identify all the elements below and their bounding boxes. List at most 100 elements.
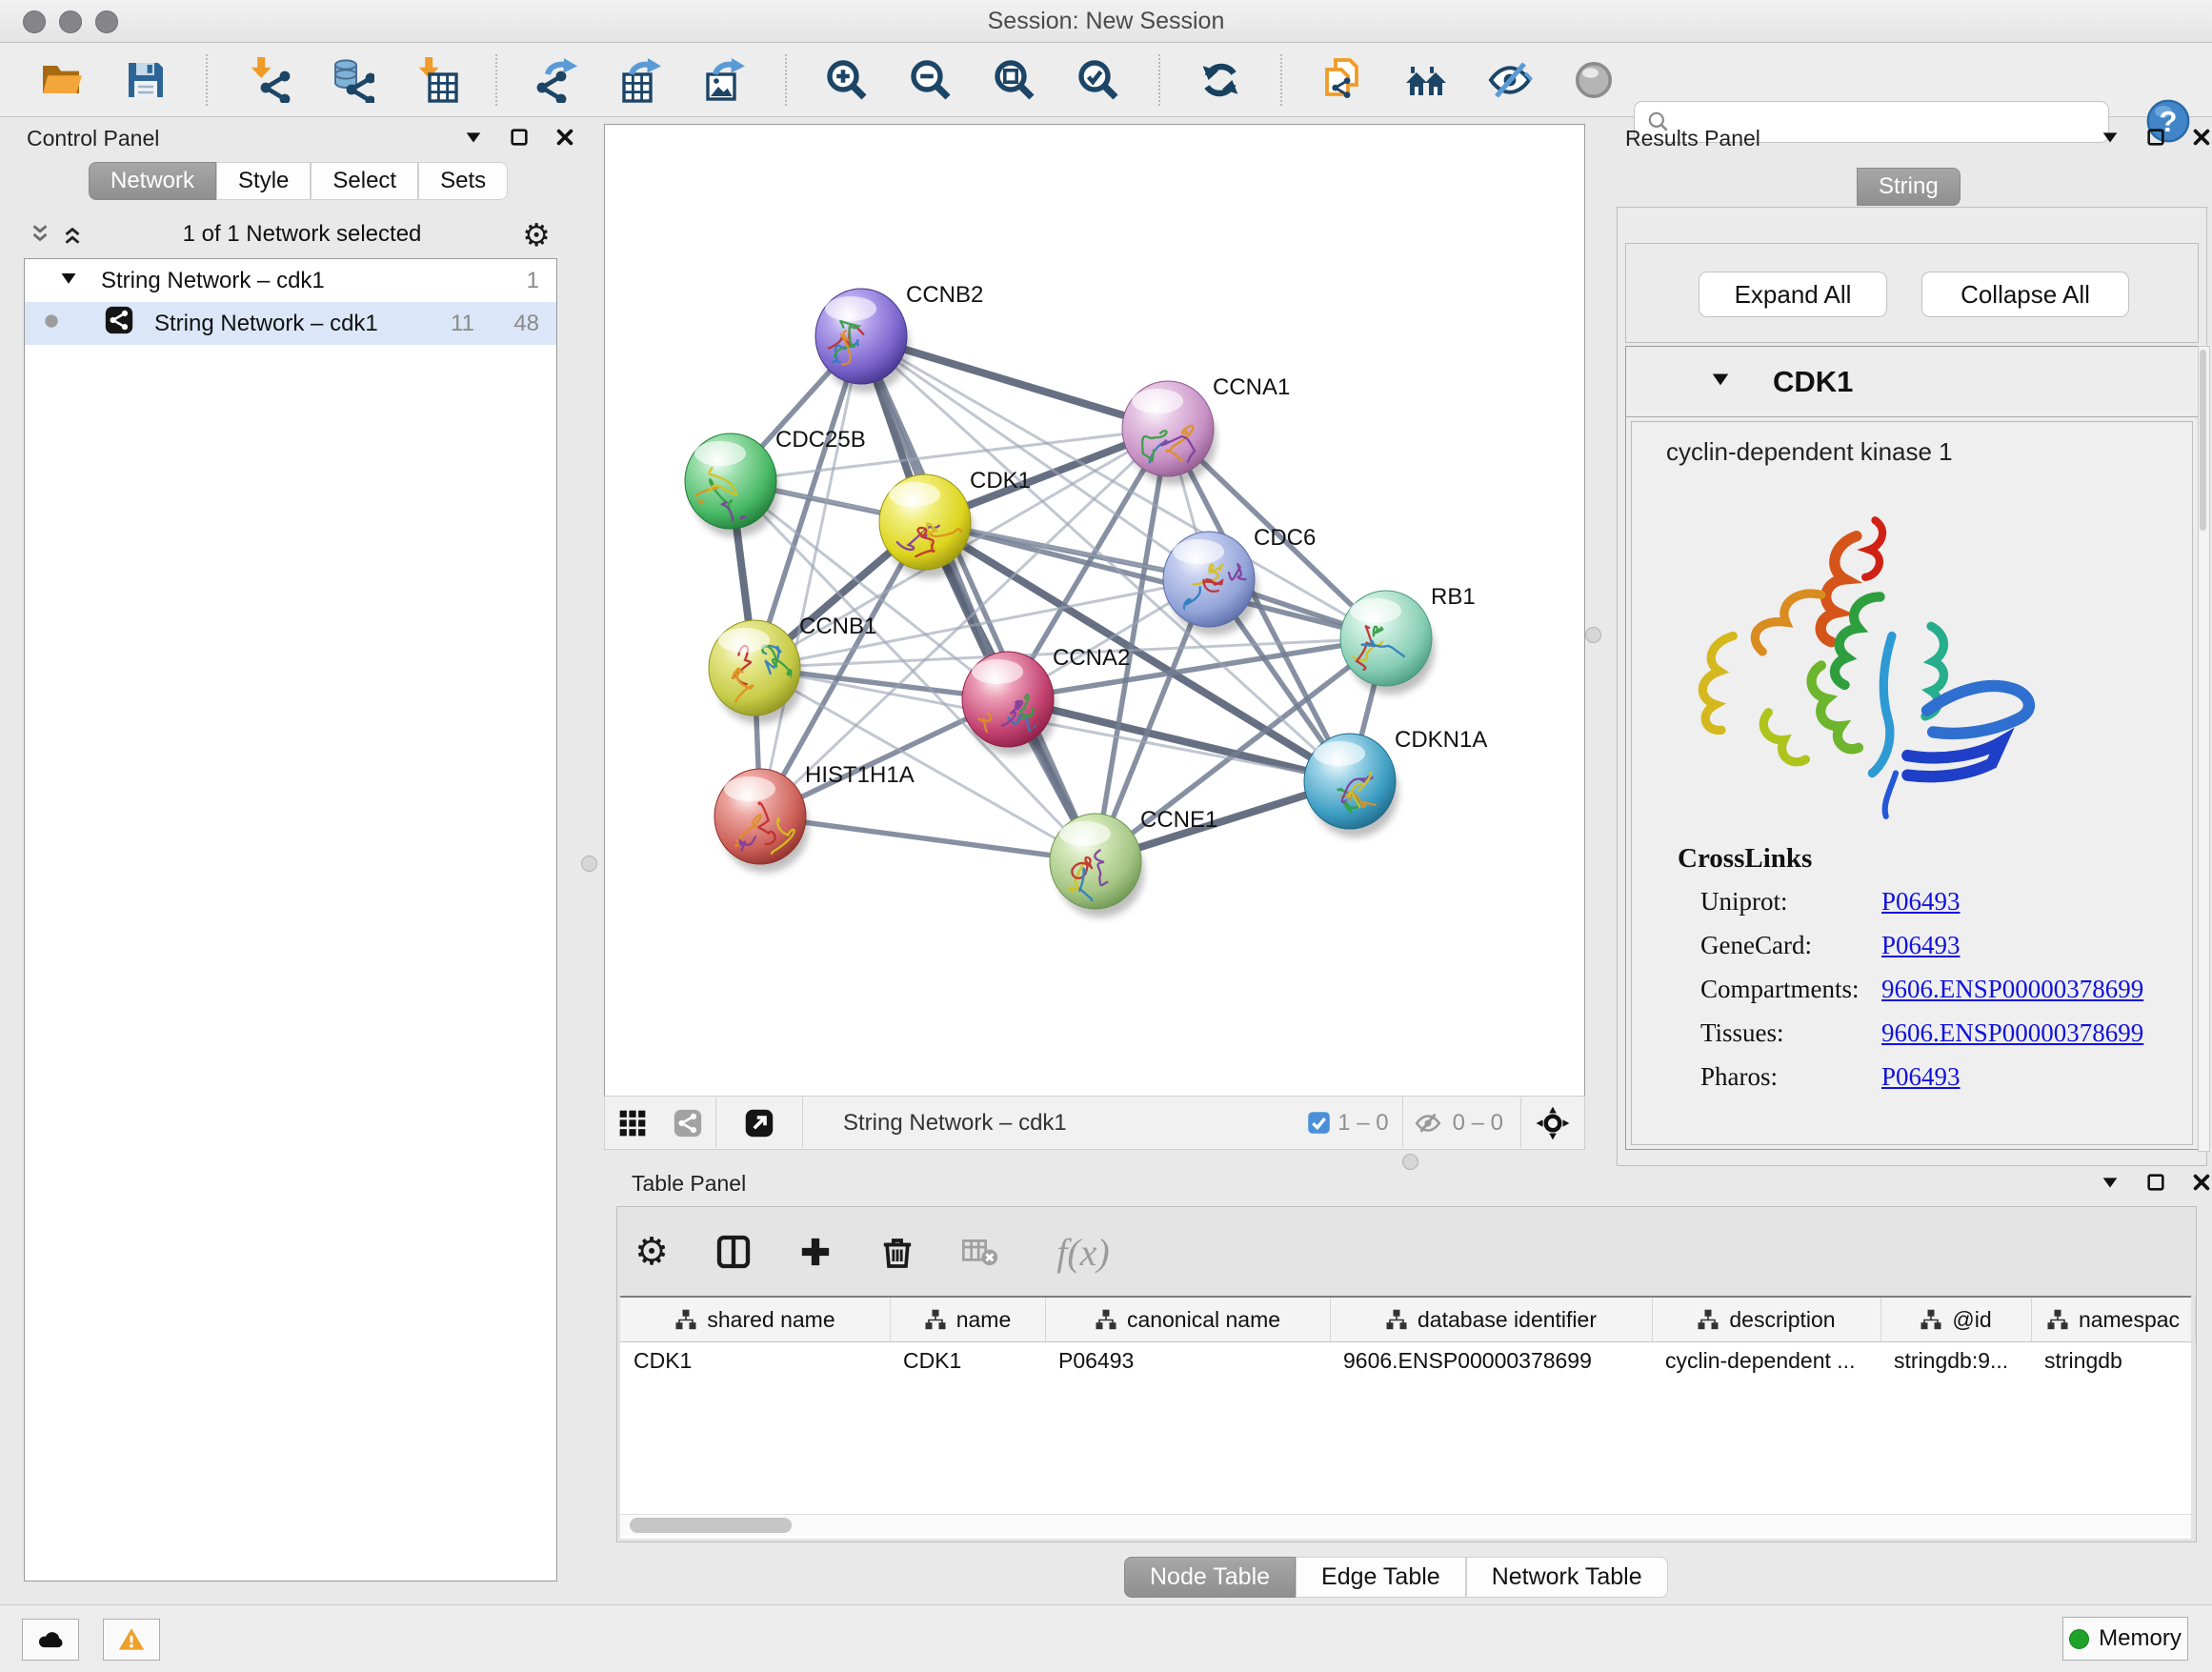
- network-view-canvas[interactable]: CCNB2CCNA1CDC25BCDK1CDC6RB1CCNB1CCNA2CDK…: [604, 124, 1585, 1097]
- cloud-status-button[interactable]: [22, 1619, 79, 1661]
- node-CDKN1A[interactable]: CDKN1A: [1304, 727, 1487, 837]
- menu-arrow-icon[interactable]: [463, 127, 484, 152]
- menu-arrow-icon[interactable]: [2100, 127, 2121, 152]
- section-collapse-icon[interactable]: [1626, 369, 1731, 394]
- show-columns-icon[interactable]: [713, 1231, 754, 1273]
- node-label-CCNA2: CCNA2: [1053, 645, 1130, 671]
- crosslink-link[interactable]: 9606.ENSP00000378699: [1881, 1018, 2143, 1048]
- import-network-from-file-button[interactable]: [244, 56, 292, 104]
- tab-edge-table[interactable]: Edge Table: [1296, 1557, 1466, 1598]
- edge-CCNE1-HIST1H1A[interactable]: [760, 816, 1096, 861]
- tree-collapse-icon[interactable]: [25, 268, 78, 294]
- table-options-gear-icon[interactable]: ⚙: [631, 1231, 673, 1273]
- network-tree-row-selected[interactable]: String Network – cdk1 11 48: [25, 302, 556, 345]
- node-CCNA2[interactable]: CCNA2: [962, 645, 1130, 755]
- crosslink-link[interactable]: P06493: [1881, 1062, 1961, 1092]
- pan-crosshair-icon[interactable]: [1521, 1105, 1584, 1141]
- results-panel-tabs: String: [1857, 168, 1961, 206]
- tab-style[interactable]: Style: [216, 162, 311, 200]
- zoom-selected-button[interactable]: [1075, 56, 1122, 104]
- close-panel-icon[interactable]: [554, 127, 575, 152]
- tab-select[interactable]: Select: [311, 162, 418, 200]
- column-header-@id[interactable]: @id: [1880, 1298, 2032, 1341]
- network-options-gear-icon[interactable]: ⚙: [515, 216, 557, 253]
- add-column-icon[interactable]: [794, 1231, 836, 1273]
- network-tree-root-row[interactable]: String Network – cdk1 1: [25, 259, 556, 302]
- expand-all-networks-icon[interactable]: [56, 222, 89, 247]
- zoom-out-button[interactable]: [907, 56, 955, 104]
- warning-status-button[interactable]: [103, 1619, 160, 1661]
- tab-network[interactable]: Network: [89, 162, 216, 200]
- hidden-eye-icon[interactable]: [1403, 1109, 1453, 1138]
- hide-selected-button[interactable]: [1486, 56, 1534, 104]
- new-network-from-selection-button[interactable]: [1318, 56, 1366, 104]
- right-splitter-handle[interactable]: [1585, 627, 1601, 643]
- node-label-CCNE1: CCNE1: [1140, 807, 1217, 833]
- new-from-selection-icon: [1319, 57, 1365, 103]
- cdk1-section-header[interactable]: CDK1: [1626, 347, 2198, 417]
- memory-button[interactable]: Memory: [2062, 1617, 2188, 1661]
- close-panel-icon[interactable]: [2191, 1172, 2212, 1198]
- network-graph[interactable]: CCNB2CCNA1CDC25BCDK1CDC6RB1CCNB1CCNA2CDK…: [605, 125, 1584, 1096]
- crosslink-link[interactable]: P06493: [1881, 931, 1961, 960]
- edge-CCNB2-HIST1H1A[interactable]: [760, 336, 861, 816]
- expand-all-button[interactable]: Expand All: [1699, 272, 1887, 317]
- column-header-name[interactable]: name: [890, 1298, 1046, 1341]
- import-network-from-database-button[interactable]: [328, 56, 375, 104]
- tab-node-table[interactable]: Node Table: [1124, 1557, 1296, 1598]
- node-table: shared name name canonical name database…: [620, 1296, 2191, 1539]
- save-session-button[interactable]: [122, 56, 170, 104]
- node-CDC6[interactable]: CDC6: [1163, 525, 1316, 635]
- column-header-description[interactable]: description: [1652, 1298, 1881, 1341]
- node-CDK1[interactable]: CDK1: [879, 468, 1031, 578]
- node-HIST1H1A[interactable]: HIST1H1A: [714, 762, 915, 873]
- float-panel-icon[interactable]: [509, 127, 530, 152]
- results-scrollbar-thumb[interactable]: [2200, 350, 2206, 531]
- node-CDC25B[interactable]: CDC25B: [685, 427, 866, 537]
- crosslink-link[interactable]: 9606.ENSP00000378699: [1881, 975, 2143, 1004]
- tab-network-table[interactable]: Network Table: [1466, 1557, 1668, 1598]
- zoom-fit-button[interactable]: [991, 56, 1038, 104]
- export-table-button[interactable]: [617, 56, 665, 104]
- zoom-in-button[interactable]: [823, 56, 871, 104]
- import-table-button[interactable]: [412, 56, 459, 104]
- node-CCNA1[interactable]: CCNA1: [1122, 374, 1290, 485]
- table-scrollbar-thumb[interactable]: [630, 1518, 792, 1533]
- tab-sets[interactable]: Sets: [418, 162, 508, 200]
- tab-string[interactable]: String: [1857, 168, 1961, 206]
- first-neighbors-button[interactable]: [1402, 56, 1450, 104]
- column-header-namespac[interactable]: namespac: [2031, 1298, 2196, 1341]
- apply-layout-button[interactable]: [1196, 56, 1244, 104]
- collapse-all-networks-icon[interactable]: [24, 222, 56, 247]
- toolbar-separator: [495, 54, 497, 106]
- birds-eye-view-icon[interactable]: [605, 1108, 660, 1138]
- string-network-gray-icon[interactable]: [660, 1107, 715, 1139]
- open-in-window-icon[interactable]: [716, 1106, 802, 1140]
- close-panel-icon[interactable]: [2191, 127, 2212, 152]
- results-scrollbar[interactable]: [2198, 346, 2210, 1152]
- network-view-title: String Network – cdk1: [843, 1110, 1299, 1137]
- table-horizontal-scrollbar[interactable]: [620, 1514, 2191, 1536]
- column-header-shared-name[interactable]: shared name: [620, 1298, 891, 1341]
- network-collection-label: String Network – cdk1: [101, 268, 325, 294]
- section-title: CDK1: [1773, 365, 1853, 399]
- column-header-canonical-name[interactable]: canonical name: [1045, 1298, 1331, 1341]
- left-splitter-handle[interactable]: [581, 856, 597, 872]
- bottom-splitter-handle[interactable]: [1402, 1154, 1418, 1170]
- delete-column-trash-icon[interactable]: [876, 1231, 918, 1273]
- column-header-database-identifier[interactable]: database identifier: [1330, 1298, 1653, 1341]
- open-session-button[interactable]: [38, 56, 86, 104]
- export-image-button[interactable]: [701, 56, 749, 104]
- node-RB1[interactable]: RB1: [1337, 584, 1475, 695]
- selected-checkbox-icon[interactable]: [1299, 1110, 1337, 1136]
- node-CCNB2[interactable]: CCNB2: [815, 282, 983, 393]
- float-panel-icon[interactable]: [2145, 127, 2166, 152]
- toolbar-separator: [1280, 54, 1282, 106]
- crosslink-link[interactable]: P06493: [1881, 887, 1961, 917]
- menu-arrow-icon[interactable]: [2100, 1172, 2121, 1198]
- float-panel-icon[interactable]: [2145, 1172, 2166, 1198]
- export-network-button[interactable]: [533, 56, 581, 104]
- node-CCNE1[interactable]: CCNE1: [1050, 807, 1217, 917]
- show-all-button[interactable]: [1570, 56, 1618, 104]
- collapse-all-button[interactable]: Collapse All: [1921, 272, 2129, 317]
